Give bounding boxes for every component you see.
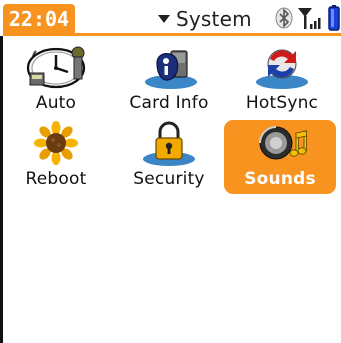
speaker-icon [259, 126, 307, 160]
app-label: Reboot [25, 169, 87, 189]
bluetooth-icon[interactable] [275, 7, 293, 29]
dropdown-arrow-icon [158, 15, 170, 23]
hotsync-icon [256, 49, 308, 89]
app-sounds[interactable]: Sounds [224, 120, 336, 194]
app-label: Card Info [129, 93, 209, 113]
padlock-icon [143, 121, 195, 166]
app-label: Auto [35, 93, 77, 113]
title-bar-underline [3, 33, 341, 36]
app-reboot[interactable]: Reboot [0, 120, 112, 194]
sunflower-icon [34, 121, 78, 165]
signal-strength-icon[interactable] [296, 6, 322, 30]
card-info-icon [145, 50, 197, 89]
category-label: System [176, 7, 252, 31]
app-hotsync[interactable]: HotSync [226, 44, 338, 118]
app-label: Security [133, 169, 205, 189]
status-bar: 22:04 System [0, 0, 341, 36]
category-dropdown[interactable]: System [158, 6, 252, 32]
app-auto[interactable]: Auto [0, 44, 112, 118]
app-label: Sounds [244, 169, 316, 189]
app-security[interactable]: Security [113, 120, 225, 194]
battery-icon[interactable] [328, 5, 340, 31]
launcher-screen: 22:04 System Auto Card Info HotSync Rebo… [0, 0, 341, 343]
app-label: HotSync [245, 93, 319, 113]
clock-icon [26, 46, 86, 89]
clock[interactable]: 22:04 [3, 4, 75, 34]
app-card-info[interactable]: Card Info [113, 44, 225, 118]
